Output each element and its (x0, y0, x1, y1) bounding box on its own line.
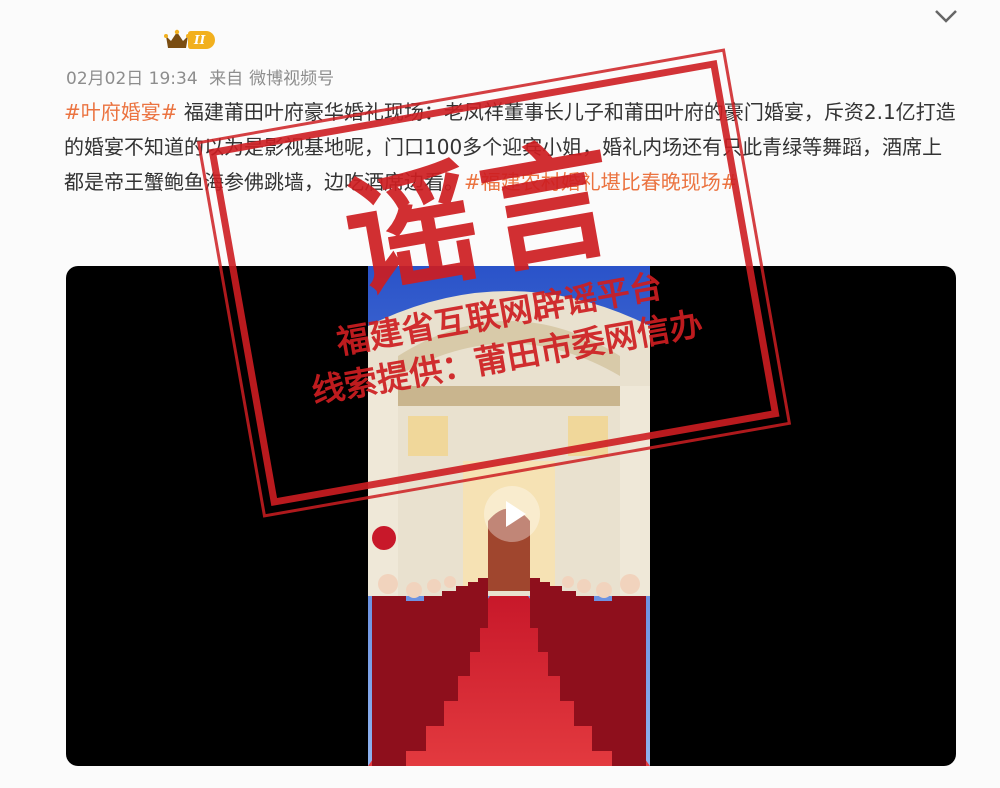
post-meta: 02月02日 19:34 来自 微博视频号 (66, 64, 340, 89)
post-timestamp[interactable]: 02月02日 19:34 (66, 69, 198, 89)
level-label: II (188, 31, 216, 49)
user-level-badge[interactable]: II (164, 28, 216, 52)
play-button[interactable] (484, 486, 540, 542)
hashtag-link[interactable]: #叶府婚宴# (64, 100, 178, 124)
post-source-link[interactable]: 微博视频号 (249, 69, 334, 89)
chevron-down-icon[interactable] (932, 4, 960, 28)
crown-icon (164, 29, 190, 48)
weibo-post-card: II 02月02日 19:34 来自 微博视频号 #叶府婚宴# 福建莆田叶府豪华婚… (0, 0, 1000, 788)
post-text: #叶府婚宴# 福建莆田叶府豪华婚礼现场：老凤祥董事长儿子和莆田叶府的豪门婚宴，斥… (64, 95, 960, 200)
hashtag-link[interactable]: #福建农村婚礼堪比春晚现场# (464, 170, 738, 194)
video-player[interactable] (66, 266, 956, 766)
from-label: 来自 (209, 69, 244, 89)
